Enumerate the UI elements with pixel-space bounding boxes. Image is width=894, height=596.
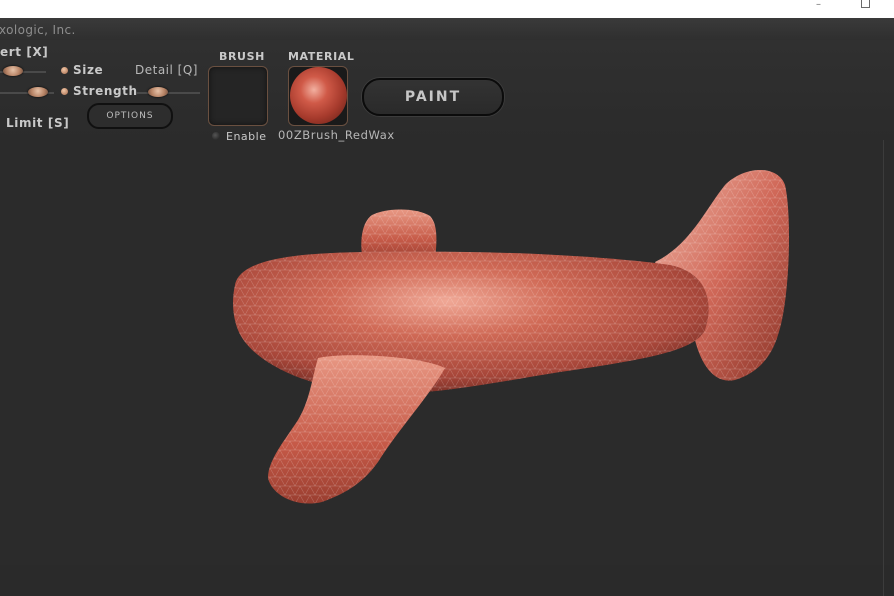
airplane-model[interactable]	[0, 0, 894, 565]
